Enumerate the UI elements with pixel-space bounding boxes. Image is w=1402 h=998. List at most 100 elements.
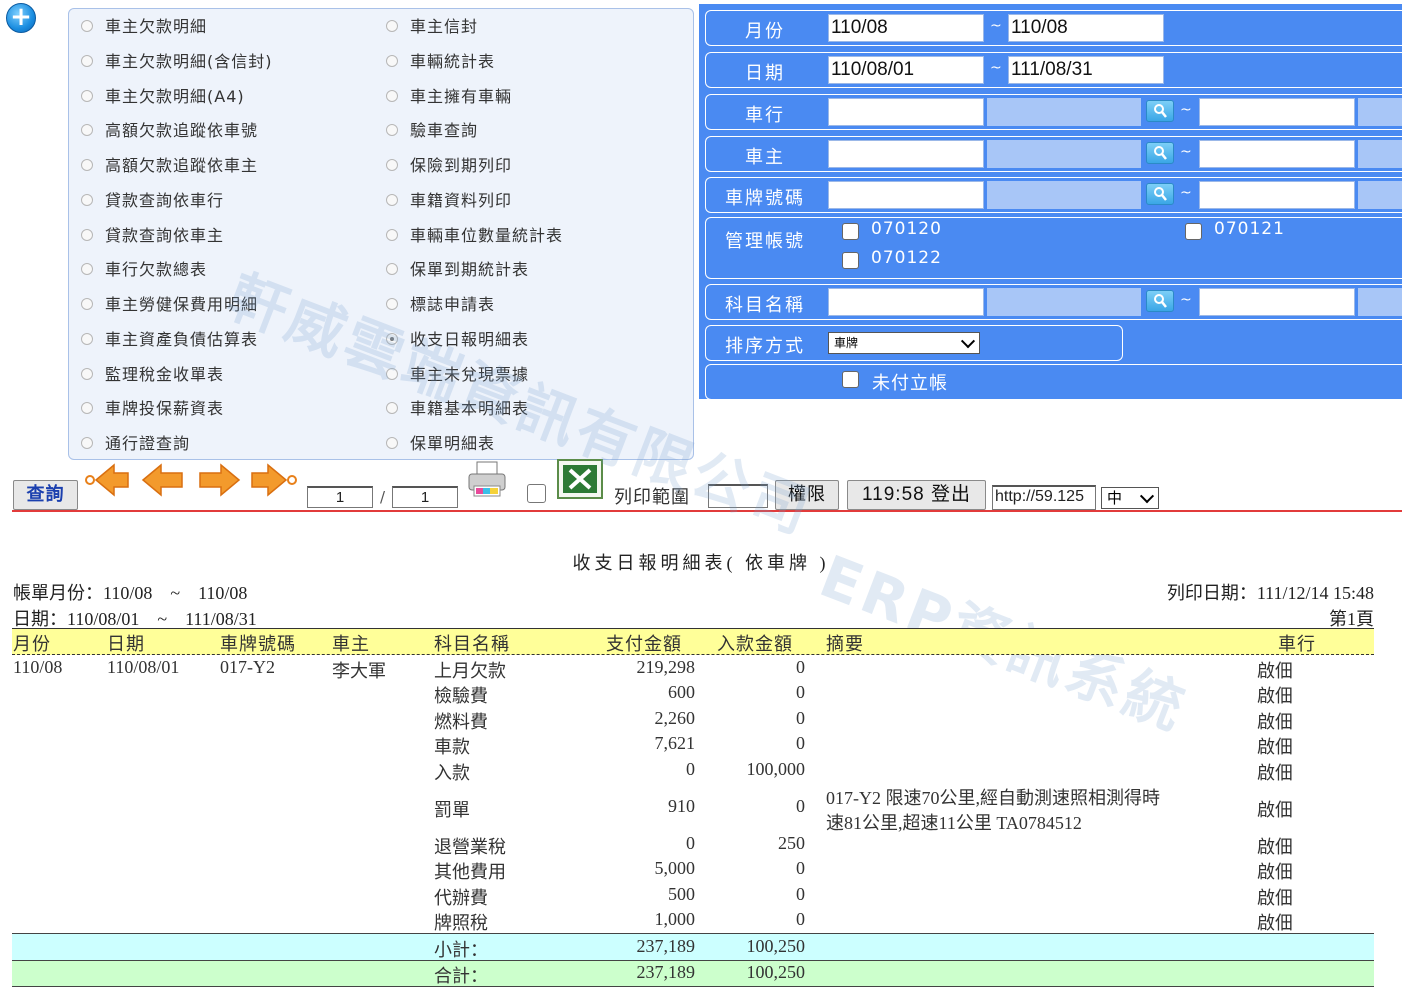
search-icon[interactable] (1146, 290, 1174, 312)
radio-icon[interactable] (81, 229, 93, 241)
report-option-label: 車主欠款明細(A4) (105, 87, 245, 106)
radio-icon[interactable] (386, 437, 398, 449)
row-pay: 5,000 (654, 858, 696, 878)
account-checkbox[interactable] (842, 223, 859, 240)
column-header-company: 車行 (1278, 634, 1316, 655)
plate-from-input[interactable] (828, 181, 984, 209)
radio-icon[interactable] (386, 159, 398, 171)
radio-icon[interactable] (386, 20, 398, 32)
radio-icon[interactable] (81, 90, 93, 102)
radio-icon[interactable] (386, 402, 398, 414)
radio-icon[interactable] (386, 124, 398, 136)
radio-icon[interactable] (81, 55, 93, 67)
first-page-icon[interactable] (84, 462, 134, 498)
report-option-label: 保單到期統計表 (410, 260, 530, 279)
row-pay: 600 (668, 682, 695, 702)
report-option-label: 驗車查詢 (410, 121, 479, 140)
radio-icon[interactable] (81, 402, 93, 414)
prev-page-icon[interactable] (140, 462, 186, 498)
url-input[interactable]: http://59.125 (992, 485, 1096, 510)
owner-from-input[interactable] (828, 140, 984, 168)
search-icon[interactable] (1146, 183, 1174, 205)
add-icon[interactable]: + (6, 2, 36, 33)
group-date: 110/08/01 (107, 657, 180, 677)
radio-icon[interactable] (81, 159, 93, 171)
radio-icon[interactable] (81, 194, 93, 206)
report-option-label: 監理稅金收單表 (105, 365, 225, 384)
row-company: 啟佃 (1257, 737, 1293, 758)
column-header-income: 入款金額 (717, 634, 793, 655)
search-icon[interactable] (1146, 142, 1174, 164)
row-memo: 017-Y2 限速70公里,經自動測速照相測得時 (826, 788, 1160, 808)
report-option-label: 標誌申請表 (410, 295, 496, 314)
sort-select[interactable]: 車牌 (828, 332, 980, 354)
radio-icon[interactable] (81, 298, 93, 310)
report-option-label: 保單明細表 (410, 434, 496, 453)
radio-icon[interactable] (386, 263, 398, 275)
subject-from-name (987, 288, 1141, 316)
date-from-input[interactable]: 110/08/01 (828, 56, 984, 84)
radio-icon[interactable] (386, 194, 398, 206)
subtotal-income: 100,250 (746, 936, 806, 956)
report-print-date: 列印日期：111/12/14 15:48 (1166, 583, 1374, 603)
report-option-label: 車主信封 (410, 17, 479, 36)
print-checkbox[interactable] (527, 484, 546, 503)
radio-icon[interactable] (81, 333, 93, 345)
company-to-input[interactable] (1199, 98, 1355, 126)
tilde: ~ (1180, 292, 1192, 308)
report-option-label: 車行欠款總表 (105, 260, 208, 279)
report-option-label: 車輛車位數量統計表 (410, 226, 564, 245)
total-pay: 237,189 (636, 962, 696, 982)
radio-icon[interactable] (386, 90, 398, 102)
date-to-input[interactable]: 111/08/31 (1008, 56, 1164, 84)
report-option-label: 通行證查詢 (105, 434, 191, 453)
logout-button[interactable]: 119:58 登出 (847, 480, 986, 510)
radio-icon[interactable] (81, 263, 93, 275)
total-label: 合計： (434, 966, 488, 987)
account-checkbox-label: 070121 (1214, 219, 1285, 239)
radio-icon[interactable] (81, 437, 93, 449)
unpaid-checkbox[interactable] (842, 371, 859, 388)
month-from-input[interactable]: 110/08 (828, 14, 984, 42)
subject-to-input[interactable] (1199, 288, 1355, 316)
language-select[interactable]: 中 (1101, 487, 1159, 509)
account-checkbox[interactable] (842, 252, 859, 269)
row-company: 啟佃 (1257, 862, 1293, 883)
column-header-pay: 支付金額 (606, 634, 682, 655)
search-icon[interactable] (1146, 100, 1174, 122)
radio-icon[interactable] (81, 20, 93, 32)
account-checkbox-label: 070120 (871, 219, 942, 239)
column-header-owner: 車主 (332, 634, 370, 655)
page-current-input[interactable]: 1 (307, 486, 373, 508)
language-select-value: 中 (1107, 489, 1123, 507)
row-subject: 牌照稅 (434, 913, 488, 934)
report-option-label: 高額欠款追蹤依車主 (105, 156, 259, 175)
month-to-input[interactable]: 110/08 (1008, 14, 1164, 42)
radio-icon[interactable] (386, 55, 398, 67)
query-button[interactable]: 查詢 (13, 480, 78, 510)
owner-to-name (1358, 140, 1402, 168)
row-income: 0 (796, 884, 805, 904)
account-checkbox[interactable] (1185, 223, 1202, 240)
plate-to-input[interactable] (1199, 181, 1355, 209)
radio-icon[interactable] (81, 368, 93, 380)
next-page-icon[interactable] (196, 462, 242, 498)
company-from-input[interactable] (828, 98, 984, 126)
group-owner: 李大軍 (332, 661, 386, 682)
printer-icon[interactable] (466, 460, 508, 500)
subject-from-input[interactable] (828, 288, 984, 316)
radio-icon[interactable] (386, 229, 398, 241)
account-label: 管理帳號 (725, 231, 805, 252)
sort-label: 排序方式 (725, 336, 805, 357)
radio-icon[interactable] (81, 124, 93, 136)
last-page-icon[interactable] (248, 462, 300, 498)
subject-to-name (1358, 288, 1402, 316)
date-row: 日期 110/08/01 ~ 111/08/31 (705, 52, 1402, 88)
owner-to-input[interactable] (1199, 140, 1355, 168)
account-checkbox-label: 070122 (871, 248, 942, 268)
row-income: 0 (796, 796, 805, 816)
plate-row: 車牌號碼 ~ (705, 177, 1402, 213)
row-company: 啟佃 (1257, 661, 1293, 682)
report-option-label: 車主欠款明細(含信封) (105, 52, 273, 71)
report-option-label: 車輛統計表 (410, 52, 496, 71)
